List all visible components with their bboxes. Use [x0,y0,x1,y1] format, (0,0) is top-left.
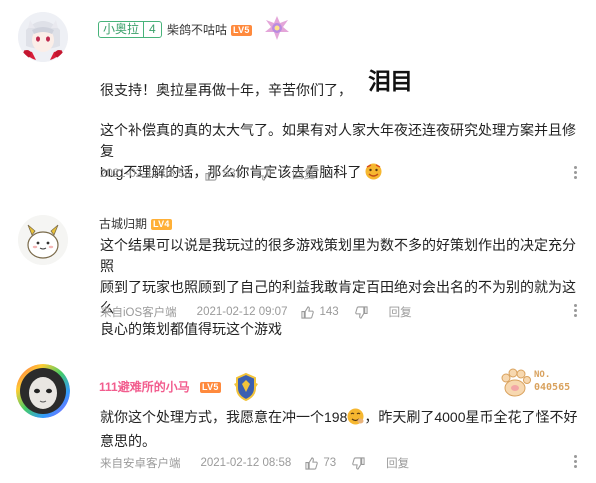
avatar-image [18,12,68,62]
like-count: 143 [319,306,339,318]
comment-item: 小奥拉 4 柴鸽不咕咕 LV5 很支持！奥拉星再做十年，辛苦你们了， 泪目 这个… [0,0,596,200]
client-source: 来自安卓客户端 [100,458,181,470]
comment-meta: 2021-02-12 08:58 531 回复 [100,166,315,182]
thumbs-down-icon [352,456,365,470]
dislike-button[interactable] [354,305,373,319]
timestamp: 2021-02-12 08:58 [100,168,191,180]
comment-text: 这个结果可以说是我玩过的很多游戏策划里为数不多的好策划作出的决定充分照 顾到了玩… [100,237,576,337]
avatar-image [18,215,68,265]
client-source: 来自iOS客户端 [100,307,177,319]
emoji-icon [347,408,364,431]
comment-item: 111避难所的小马 LV5 NO. 040565 就你这个处理方式，我愿意在冲一… [0,358,596,483]
timestamp: 2021-02-12 08:58 [200,457,292,469]
like-button[interactable]: 531 [205,167,242,181]
thumbs-up-icon [305,456,319,470]
fan-medal-level: 4 [143,22,161,37]
like-button[interactable]: 73 [305,456,337,470]
fan-card[interactable]: NO. 040565 [498,366,578,402]
avatar[interactable] [18,12,68,62]
thumbs-up-icon [205,167,218,181]
like-button[interactable]: 143 [301,305,339,319]
thumbs-down-icon [354,305,368,319]
comment-item: 古城归期 LV4 这个结果可以说是我玩过的很多游戏策划里为数不多的好策划作出的决… [0,205,596,340]
thumbs-up-icon [301,305,315,319]
dislike-button[interactable] [352,456,370,470]
fan-medal-badge[interactable]: 小奥拉 4 [98,21,162,38]
username[interactable]: 古城归期 [99,216,147,232]
comment-text: 就你这个处理方式，我愿意在冲一个198 ，昨天刷了4000星币全花了怪不好 意思的… [100,408,578,449]
fan-medal-name: 小奥拉 [103,22,140,36]
timestamp: 2021-02-12 09:07 [196,306,288,318]
fan-card-label: NO. [534,370,551,380]
sticker-text: 泪目 [368,69,413,95]
avatar[interactable] [18,215,68,265]
comment-meta: 来自iOS客户端 2021-02-12 09:07 143 回复 [100,304,412,320]
user-level-badge: LV5 [200,382,221,393]
user-level-badge: LV5 [231,25,252,36]
thumbs-down-icon [258,167,271,181]
more-options-icon[interactable] [574,304,577,317]
user-level-badge: LV4 [151,219,172,230]
reply-button[interactable]: 回复 [389,304,412,320]
comment-meta: 来自安卓客户端 2021-02-12 08:58 73 回复 [100,455,409,471]
cat-paw-icon [501,368,531,397]
username[interactable]: 柴鸽不咕咕 [167,22,227,38]
more-options-icon[interactable] [574,455,577,468]
username[interactable]: 111避难所的小马 [99,379,190,395]
fan-card-number: 040565 [534,382,571,393]
avatar[interactable] [16,364,70,418]
reply-button[interactable]: 回复 [386,455,409,471]
emoji-icon [365,163,382,186]
decoration-badge-icon [231,372,261,407]
reply-button[interactable]: 回复 [292,166,315,182]
avatar-image [16,364,70,418]
like-count: 73 [323,457,337,469]
dislike-button[interactable] [258,167,276,181]
decoration-badge-icon [263,14,291,47]
comment-text: 很支持！奥拉星再做十年，辛苦你们了， [100,82,352,98]
like-count: 531 [222,168,242,180]
more-options-icon[interactable] [574,166,577,179]
